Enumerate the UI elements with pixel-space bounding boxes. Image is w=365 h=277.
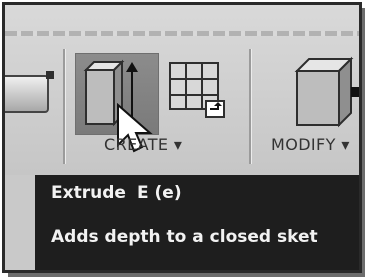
screenshot-frame: CREATE ▾ MODIFY ▾ Extrude E (e) Adds dep…: [2, 2, 362, 273]
group-separator: [249, 49, 251, 164]
chevron-down-icon: ▾: [173, 135, 183, 154]
tooltip-shortcut: E (e): [137, 183, 182, 203]
toolbar-ribbon: CREATE ▾ MODIFY ▾: [5, 5, 359, 175]
tooltip-title: Extrude: [51, 183, 126, 203]
modify-label-text: MODIFY: [271, 135, 336, 154]
press-pull-icon[interactable]: [287, 53, 362, 133]
ribbon-top-strip: [5, 31, 359, 36]
tooltip-description: Adds depth to a closed sket: [51, 227, 318, 247]
modify-group-label[interactable]: MODIFY ▾: [271, 135, 350, 154]
rectangle-sketch-icon[interactable]: [5, 71, 54, 113]
rectangular-pattern-icon[interactable]: [162, 55, 232, 125]
group-separator: [63, 49, 65, 164]
create-group-label[interactable]: CREATE ▾: [104, 135, 182, 154]
create-label-text: CREATE: [104, 135, 169, 154]
chevron-down-icon: ▾: [341, 135, 350, 154]
extrude-tooltip: Extrude E (e) Adds depth to a closed ske…: [35, 175, 359, 270]
